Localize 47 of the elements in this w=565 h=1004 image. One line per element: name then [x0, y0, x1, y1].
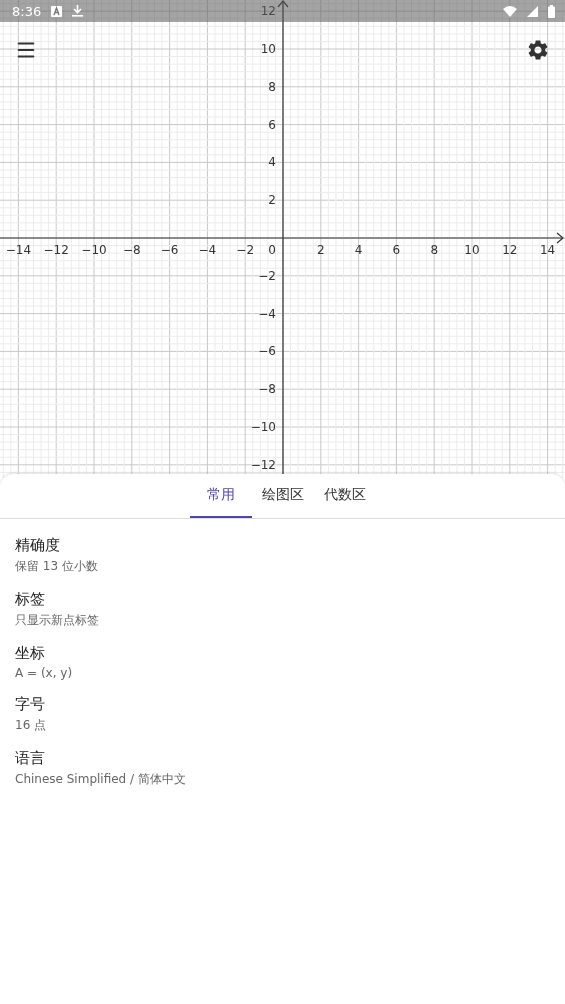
axis-label: −4 [198, 243, 217, 257]
axis-label: −2 [258, 268, 276, 283]
axis-label: 8 [268, 79, 276, 94]
notification-icon [51, 5, 63, 17]
axis-label: 12 [260, 4, 276, 19]
axis-label: 6 [268, 117, 276, 132]
axis-label: 2 [317, 243, 325, 257]
axis-label: 14 [539, 243, 556, 257]
axis-label: −14 [5, 243, 32, 257]
axis-label: 2 [268, 193, 276, 208]
download-icon [72, 5, 84, 17]
setting-value: Chinese Simplified / 简体中文 [15, 771, 187, 788]
axis-label: −6 [258, 344, 276, 359]
axis-label: 12 [502, 243, 518, 257]
setting-title[interactable]: 标签 [15, 590, 550, 609]
axis-label: −8 [258, 382, 276, 397]
setting-title[interactable]: 精确度 [15, 536, 550, 555]
setting-title[interactable]: 语言 [15, 749, 550, 768]
axis-label: −2 [236, 243, 255, 257]
axis-label: −10 [81, 243, 107, 257]
axis-label: 10 [464, 243, 480, 257]
axis-label: −12 [250, 457, 276, 472]
axis-label: −8 [122, 243, 141, 257]
axis-label: 4 [268, 155, 276, 170]
tab[interactable]: 常用 [189, 474, 252, 518]
axis-label: −4 [258, 306, 276, 321]
setting-title[interactable]: 字号 [15, 695, 550, 714]
setting-title[interactable]: 坐标 [15, 644, 550, 663]
setting-value: 只显示新点标签 [15, 612, 100, 629]
axis-label: −6 [160, 243, 179, 257]
status-time: 8:36 [12, 3, 42, 19]
axis-label: −12 [43, 243, 69, 257]
axis-label: 6 [392, 243, 401, 257]
axis-label: 0 [268, 243, 276, 257]
axis-label: −10 [250, 420, 276, 434]
settings-icon [526, 38, 550, 62]
tab[interactable]: 代数区 [313, 474, 376, 518]
axis-label: 8 [430, 243, 438, 257]
signal-icon [527, 5, 538, 17]
setting-value: 保留 13 位小数 [15, 558, 99, 575]
wifi-icon [503, 5, 517, 17]
tab[interactable]: 绘图区 [251, 474, 314, 518]
setting-value: 16 点 [15, 717, 48, 734]
axis-label: 10 [260, 42, 276, 56]
setting-value: A = (x, y) [15, 666, 74, 680]
axis-label: 4 [354, 243, 363, 257]
battery-icon [548, 4, 555, 18]
